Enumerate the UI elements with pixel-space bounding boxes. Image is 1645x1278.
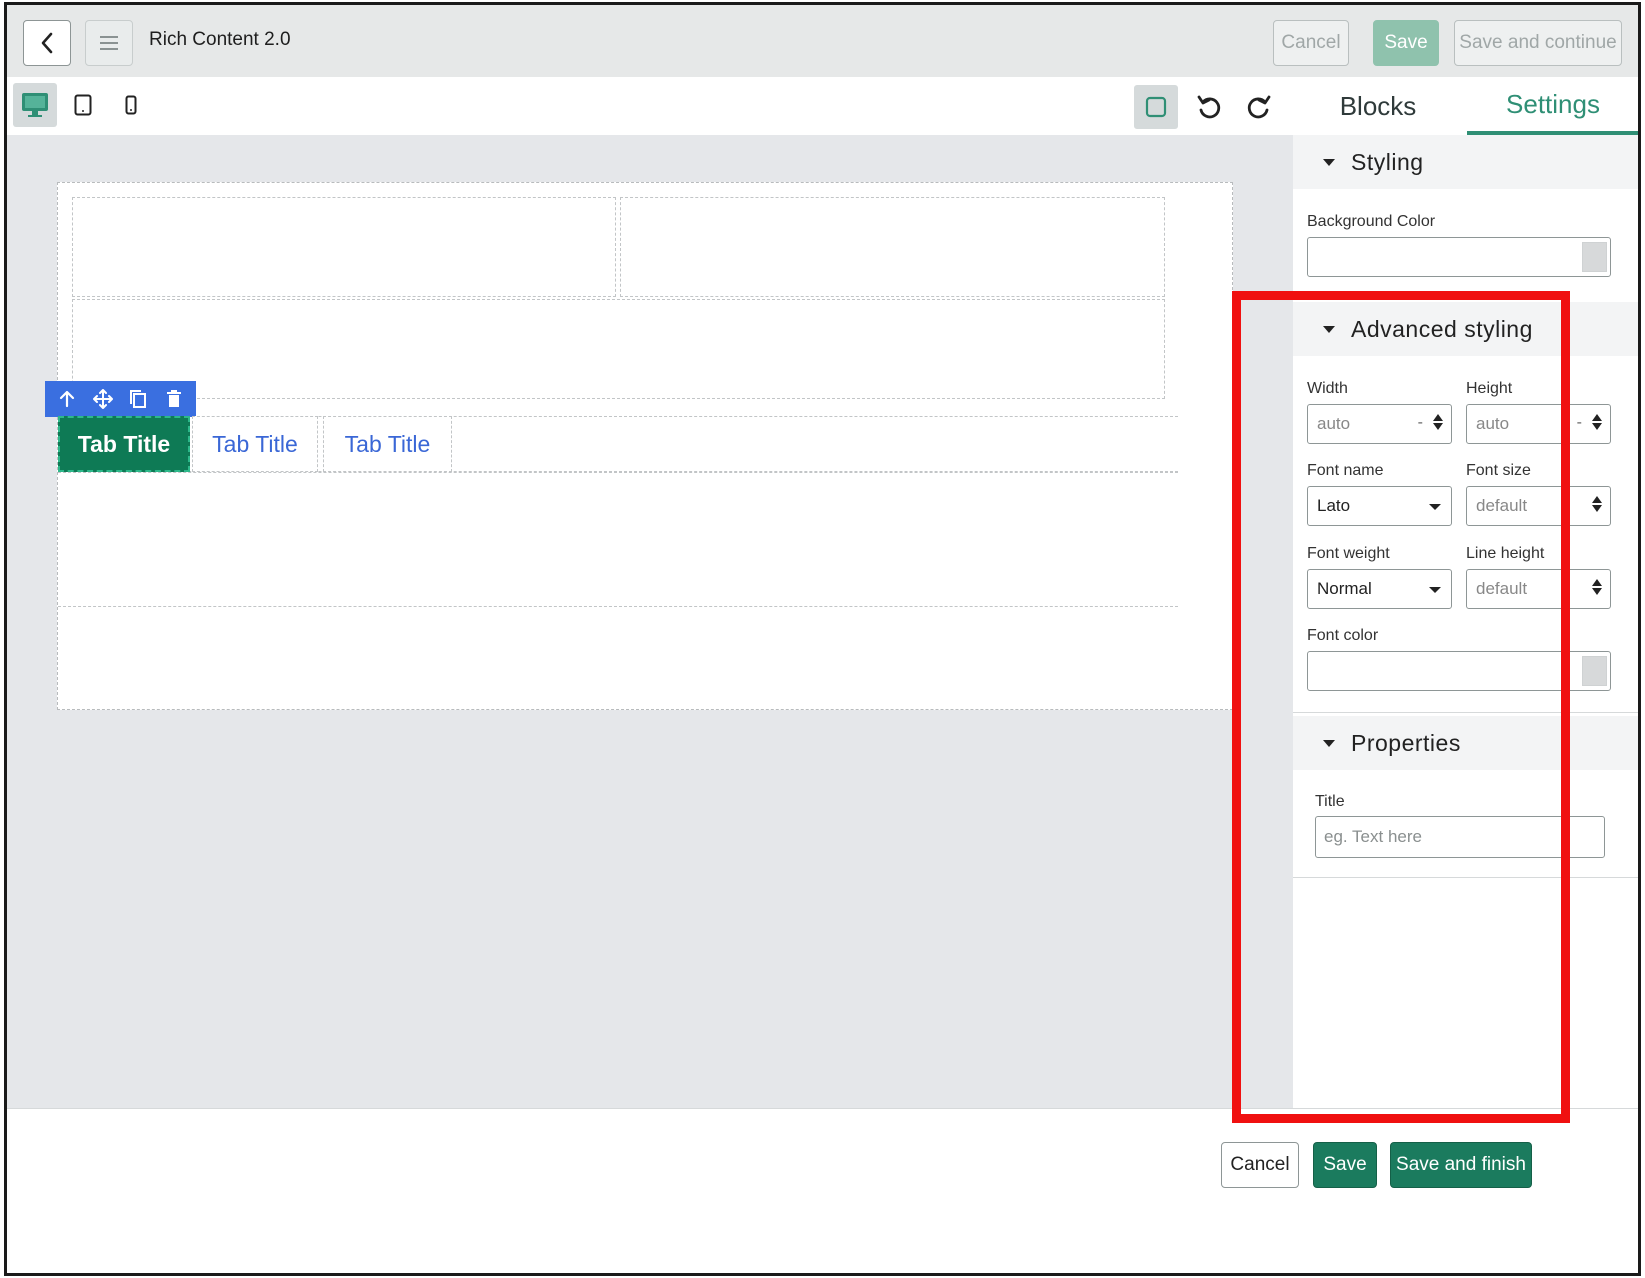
stepper-icon[interactable]	[1592, 496, 1602, 512]
editor-canvas: Tab Title Tab Title Tab Title	[7, 135, 1293, 1168]
tab-settings[interactable]: Settings	[1467, 77, 1638, 135]
font-color-input[interactable]	[1307, 651, 1611, 691]
save-and-finish-button[interactable]: Save and finish	[1390, 1142, 1532, 1188]
line-height-label: Line height	[1466, 545, 1545, 562]
tablet-view-button[interactable]	[61, 83, 105, 127]
settings-panel: Styling Background Color Advanced stylin…	[1293, 135, 1638, 1168]
undo-icon	[1197, 95, 1221, 119]
header-cancel-button[interactable]: Cancel	[1273, 20, 1349, 66]
row-cell[interactable]	[72, 299, 1165, 399]
caret-down-icon	[1323, 325, 1335, 333]
square-outline-icon	[1145, 96, 1167, 118]
caret-down-icon	[1429, 587, 1441, 593]
panel-tabs: Blocks Settings	[1293, 77, 1638, 135]
footer-save-button[interactable]: Save	[1313, 1142, 1377, 1188]
section-divider	[1293, 877, 1638, 878]
styling-heading: Styling	[1351, 148, 1424, 175]
advanced-styling-heading: Advanced styling	[1351, 315, 1533, 342]
background-color-input[interactable]	[1307, 237, 1611, 277]
redo-button[interactable]	[1237, 85, 1281, 129]
tab-title-2[interactable]: Tab Title	[192, 416, 318, 472]
font-weight-value: Normal	[1317, 579, 1372, 598]
back-button[interactable]	[23, 20, 71, 66]
height-label: Height	[1466, 380, 1513, 397]
move-icon	[92, 389, 113, 409]
stepper-icon[interactable]	[1433, 414, 1443, 430]
font-size-input[interactable]: default	[1466, 486, 1611, 526]
header-bar: Rich Content 2.0 Cancel Save Save and co…	[7, 5, 1638, 77]
tab-title-1[interactable]: Tab Title	[58, 416, 190, 472]
editor-toolbar	[7, 77, 1293, 135]
column-cell-right[interactable]	[620, 197, 1165, 297]
stepper-icon[interactable]	[1592, 579, 1602, 595]
move-button[interactable]	[88, 384, 118, 414]
menu-button[interactable]	[85, 20, 133, 66]
tab-content-panel[interactable]	[58, 472, 1178, 607]
mobile-view-button[interactable]	[109, 83, 153, 127]
app-window: Rich Content 2.0 Cancel Save Save and co…	[4, 2, 1641, 1276]
font-weight-select[interactable]: Normal	[1307, 569, 1452, 609]
height-value: auto	[1476, 414, 1510, 433]
line-height-input[interactable]: default	[1466, 569, 1611, 609]
page-title: Rich Content 2.0	[149, 29, 291, 50]
font-size-value: default	[1476, 496, 1528, 515]
font-name-select[interactable]: Lato	[1307, 486, 1452, 526]
font-size-label: Font size	[1466, 462, 1531, 479]
advanced-styling-section-header[interactable]: Advanced styling	[1293, 302, 1638, 356]
background-color-label: Background Color	[1307, 213, 1436, 230]
empty-row[interactable]	[58, 607, 1178, 709]
title-label: Title	[1315, 793, 1345, 810]
unit-separator: -	[1576, 414, 1582, 431]
width-label: Width	[1307, 380, 1348, 397]
font-name-value: Lato	[1317, 496, 1351, 515]
header-save-button[interactable]: Save	[1373, 20, 1439, 66]
column-cell-left[interactable]	[72, 197, 616, 297]
styling-section-header[interactable]: Styling	[1293, 135, 1638, 189]
unit-separator: -	[1417, 414, 1423, 431]
line-height-value: default	[1476, 579, 1528, 598]
chevron-left-icon	[41, 32, 53, 54]
color-swatch[interactable]	[1582, 656, 1607, 686]
caret-down-icon	[1323, 158, 1335, 166]
arrow-up-icon	[59, 390, 74, 408]
mobile-icon	[125, 95, 137, 115]
duplicate-button[interactable]	[123, 384, 153, 414]
caret-down-icon	[1429, 504, 1441, 510]
width-value: auto	[1317, 414, 1351, 433]
tab-blocks[interactable]: Blocks	[1293, 77, 1463, 135]
show-borders-button[interactable]	[1134, 85, 1178, 129]
footer-bar: Cancel Save Save and finish	[7, 1108, 1638, 1273]
tab-title-3[interactable]: Tab Title	[323, 416, 452, 472]
desktop-view-button[interactable]	[13, 83, 57, 127]
block-toolbar	[45, 381, 196, 417]
properties-heading: Properties	[1351, 729, 1461, 756]
section-divider	[1293, 712, 1638, 713]
delete-button[interactable]	[159, 384, 189, 414]
redo-icon	[1247, 95, 1271, 119]
height-input[interactable]: auto -	[1466, 404, 1611, 444]
font-color-label: Font color	[1307, 627, 1379, 644]
caret-down-icon	[1323, 739, 1335, 747]
stepper-icon[interactable]	[1592, 414, 1602, 430]
tablet-icon	[74, 94, 92, 116]
undo-button[interactable]	[1187, 85, 1231, 129]
footer-cancel-button[interactable]: Cancel	[1221, 1142, 1299, 1188]
save-and-continue-button[interactable]: Save and continue	[1454, 20, 1622, 66]
title-input[interactable]	[1315, 816, 1605, 858]
font-name-label: Font name	[1307, 462, 1384, 479]
width-input[interactable]: auto -	[1307, 404, 1452, 444]
trash-icon	[167, 390, 182, 407]
font-weight-label: Font weight	[1307, 545, 1390, 562]
copy-icon	[130, 390, 147, 408]
properties-section-header[interactable]: Properties	[1293, 716, 1638, 770]
select-parent-button[interactable]	[52, 384, 82, 414]
content-page: Tab Title Tab Title Tab Title	[45, 182, 1233, 710]
desktop-icon	[22, 93, 48, 117]
hamburger-icon	[100, 36, 118, 50]
color-swatch[interactable]	[1582, 242, 1607, 272]
